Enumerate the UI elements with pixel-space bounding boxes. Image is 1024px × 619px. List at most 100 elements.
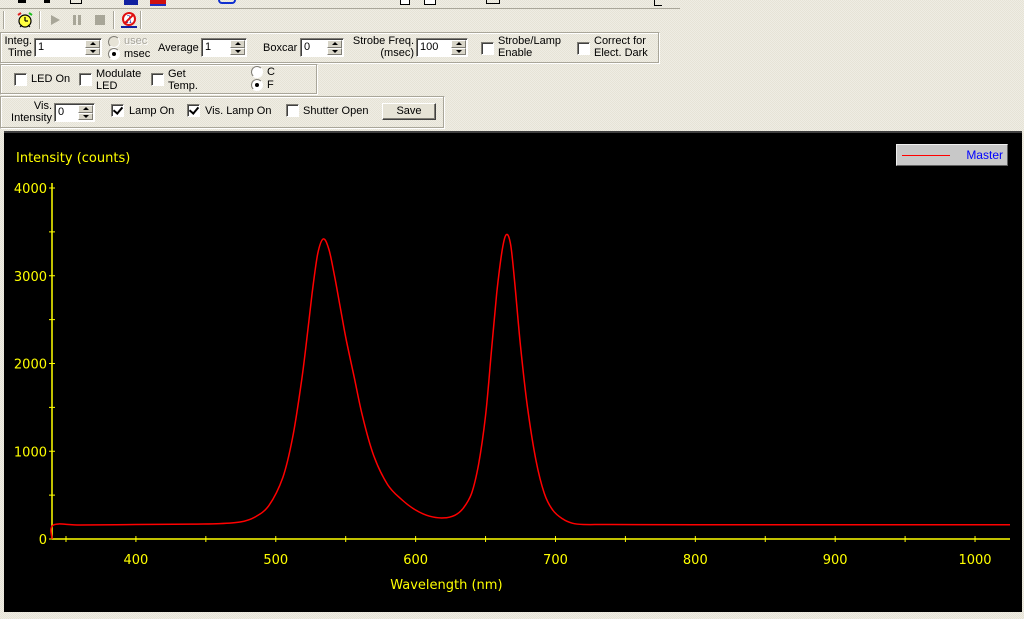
- temp-f-label: F: [267, 79, 274, 91]
- top-toolbar: [0, 0, 680, 9]
- vis-intensity-arrows[interactable]: [78, 105, 93, 120]
- modulate-led-checkbox[interactable]: [79, 73, 92, 86]
- spin-down-icon[interactable]: [327, 48, 342, 55]
- x-tick-label: 800: [683, 553, 708, 568]
- integ-time-spinner[interactable]: 1: [34, 38, 102, 57]
- toolbar-icon-3[interactable]: [70, 0, 82, 4]
- stop-icon: [95, 15, 105, 25]
- spin-up-icon[interactable]: [85, 40, 100, 48]
- toolbar-icon-7[interactable]: [400, 0, 410, 5]
- play-button[interactable]: [44, 10, 66, 30]
- boxcar-value[interactable]: 0: [304, 41, 310, 53]
- save-button[interactable]: Save: [382, 103, 436, 120]
- spin-down-icon[interactable]: [451, 48, 466, 55]
- toolbar-icon-6[interactable]: [218, 0, 236, 4]
- pause-button[interactable]: [66, 10, 88, 30]
- x-tick-label: 500: [263, 553, 288, 568]
- legend-swatch-master: [902, 155, 950, 156]
- average-arrows[interactable]: [230, 40, 245, 55]
- modulate-led-label: Modulate LED: [96, 68, 142, 92]
- play-icon: [51, 15, 60, 25]
- y-tick-label: 0: [39, 533, 47, 548]
- no-lambda-icon: λ: [121, 12, 137, 28]
- spin-down-icon[interactable]: [230, 48, 245, 55]
- spin-up-icon[interactable]: [78, 105, 93, 113]
- y-axis-title: Intensity (counts): [16, 151, 130, 166]
- toolbar-grip: [3, 11, 5, 29]
- strobe-lamp-enable-label: Strobe/Lamp Enable: [498, 35, 561, 59]
- msec-label: msec: [124, 48, 151, 60]
- integ-time-label: Integ. Time: [4, 35, 32, 59]
- x-tick-label: 600: [403, 553, 428, 568]
- boxcar-label: Boxcar: [263, 42, 298, 54]
- y-tick-label: 3000: [14, 270, 47, 285]
- lamp-on-checkbox[interactable]: [111, 104, 124, 117]
- led-on-label: LED On: [31, 73, 71, 85]
- spin-up-icon[interactable]: [327, 40, 342, 48]
- strobe-freq-value[interactable]: 100: [420, 41, 438, 53]
- vis-intensity-value[interactable]: 0: [58, 106, 64, 118]
- chart-legend: Master: [896, 144, 1008, 166]
- spectrum-plot-svg[interactable]: 0 1000 2000 3000 4000 400 500 600 700 800 900 1000 I…: [4, 133, 1022, 612]
- vis-intensity-label: Vis. Intensity: [11, 100, 52, 124]
- no-lambda-button[interactable]: λ: [118, 10, 140, 30]
- average-value[interactable]: 1: [205, 41, 211, 53]
- boxcar-spinner[interactable]: 0: [300, 38, 344, 57]
- boxcar-arrows[interactable]: [327, 40, 342, 55]
- x-tick-label: 900: [823, 553, 848, 568]
- temp-f-radio[interactable]: [251, 79, 263, 91]
- y-tick-label: 4000: [14, 182, 47, 197]
- spin-down-icon[interactable]: [78, 113, 93, 120]
- pause-icon: [73, 15, 81, 25]
- spectrum-chart[interactable]: 0 1000 2000 3000 4000 400 500 600 700 800 900 1000 I…: [4, 131, 1022, 612]
- lamp-on-label: Lamp On: [129, 105, 175, 117]
- average-spinner[interactable]: 1: [201, 38, 247, 57]
- strobe-freq-arrows[interactable]: [451, 40, 466, 55]
- led-on-checkbox[interactable]: [14, 73, 27, 86]
- usec-label: usec: [124, 35, 148, 47]
- toolbar-icon-8[interactable]: [424, 0, 436, 5]
- vis-lamp-on-checkbox[interactable]: [187, 104, 200, 117]
- x-tick-label: 400: [123, 553, 148, 568]
- spin-up-icon[interactable]: [230, 40, 245, 48]
- shutter-open-label: Shutter Open: [303, 105, 369, 117]
- temp-c-label: C: [267, 66, 275, 78]
- legend-label-master: Master: [966, 148, 1003, 162]
- y-tick-label: 2000: [14, 358, 47, 373]
- x-tick-label: 1000: [958, 553, 991, 568]
- toolbar-separator: [140, 11, 142, 29]
- strobe-lamp-enable-checkbox[interactable]: [481, 42, 494, 55]
- get-temp-checkbox[interactable]: [151, 73, 164, 86]
- spin-down-icon[interactable]: [85, 48, 100, 55]
- toolbar-icon-1[interactable]: [18, 0, 26, 3]
- vis-intensity-spinner[interactable]: 0: [54, 103, 95, 122]
- correct-elect-dark-label: Correct for Elect. Dark: [594, 35, 648, 59]
- vis-lamp-on-label: Vis. Lamp On: [205, 105, 272, 117]
- integ-time-value[interactable]: 1: [38, 41, 44, 53]
- timer-button[interactable]: [14, 10, 36, 30]
- toolbar-icon-4[interactable]: [124, 0, 138, 5]
- stop-button[interactable]: [89, 10, 111, 30]
- toolbar-icon-9[interactable]: [486, 0, 500, 4]
- usec-radio[interactable]: [108, 36, 120, 48]
- toolbar-separator: [113, 11, 115, 29]
- shutter-open-checkbox[interactable]: [286, 104, 299, 117]
- strobe-freq-label: Strobe Freq. (msec): [352, 35, 414, 59]
- temp-c-radio[interactable]: [251, 66, 263, 78]
- spin-up-icon[interactable]: [451, 40, 466, 48]
- toolbar-icon-5[interactable]: [150, 0, 166, 6]
- msec-radio[interactable]: [108, 48, 120, 60]
- x-axis-title: Wavelength (nm): [390, 578, 502, 593]
- get-temp-label: Get Temp.: [168, 68, 198, 92]
- toolbar-separator: [39, 11, 41, 29]
- average-label: Average: [158, 42, 199, 54]
- toolbar-icon-2[interactable]: [44, 0, 50, 3]
- toolbar-icon-10[interactable]: [654, 0, 662, 6]
- strobe-freq-spinner[interactable]: 100: [416, 38, 468, 57]
- correct-elect-dark-checkbox[interactable]: [577, 42, 590, 55]
- y-tick-label: 1000: [14, 445, 47, 460]
- integ-time-arrows[interactable]: [85, 40, 100, 55]
- x-tick-label: 700: [543, 553, 568, 568]
- series-line-master: [50, 233, 1010, 540]
- acquisition-toolbar: λ: [0, 9, 142, 31]
